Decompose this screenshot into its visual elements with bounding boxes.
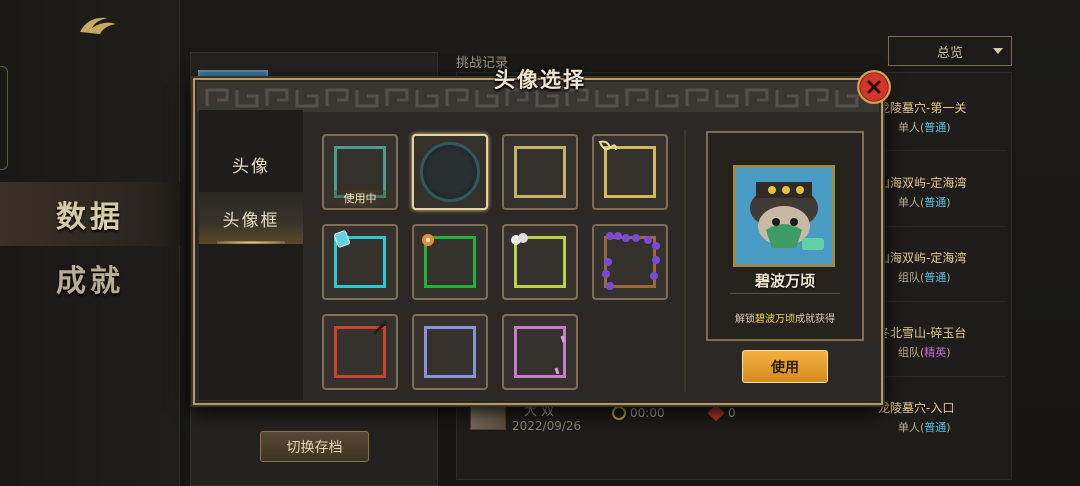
record-stage: 山海双屿-定海湾 [878,251,967,265]
frame-name: 碧波万顷 [754,272,815,290]
record-stage: 冬北雪山-碎玉台 [878,326,967,340]
record-mode: 组队(普通) [898,271,951,284]
record-mode: 组队(精英) [898,346,951,359]
achievement-name: 碧波万顷 [755,314,795,325]
game-logo-icon [80,17,116,34]
frame-unlock-description: 解锁碧波万顷成就获得 [735,314,835,325]
clock-icon [612,406,626,420]
record-mode: 单人(普通) [898,421,951,434]
frame-option-pink-vine[interactable] [502,314,578,390]
record-kills-value: 0 [728,406,736,420]
frame-border [424,326,476,378]
record-stage: 山海双屿-定海湾 [878,176,967,190]
frame-option-cyan-tag[interactable] [322,224,398,300]
tab-avatar-frame[interactable]: 头像框 [199,192,303,244]
record-row[interactable]: 龙陵墓穴-第一关 单人(普通) [878,99,1008,135]
chevron-down-icon [993,48,1003,54]
close-button[interactable] [857,70,891,104]
record-time: 00:00 [612,406,665,420]
frame-option-gold-ribbon[interactable] [592,134,668,210]
frame-option-periwinkle[interactable] [412,314,488,390]
frame-option-dark-ring[interactable] [412,134,488,210]
record-mode: 单人(普通) [898,121,951,134]
record-player-avatar [470,404,506,430]
modal-title: 头像选择 [494,68,586,92]
tab-avatar[interactable]: 头像 [199,138,303,190]
frame-border [420,142,480,202]
modal-tabs: 头像 头像框 [199,110,303,400]
frame-option-red-crack[interactable] [322,314,398,390]
record-row[interactable]: 山海双屿-定海湾 组队(普通) [878,249,1008,285]
use-button[interactable]: 使用 [742,350,828,383]
record-row[interactable]: 冬北雪山-碎玉台 组队(精英) [878,324,1008,360]
record-kills: 0 [707,404,736,422]
sidebar-tab-achievements[interactable]: 成就 [0,246,180,310]
frame-option-green-flower[interactable] [412,224,488,300]
record-date: 2022/09/26 [512,419,582,433]
frame-option-purple-beads[interactable] [592,224,668,300]
close-icon [867,80,881,94]
frame-preview-image [733,165,835,267]
record-row[interactable]: 山海双屿-定海湾 单人(普通) [878,174,1008,210]
frame-border [514,146,566,198]
frame-option-lime-cloud[interactable] [502,224,578,300]
records-filter-dropdown[interactable]: 总览 [888,36,1012,66]
record-stage: 龙陵墓穴-第一关 [878,101,967,115]
record-stage: 龙陵墓穴-入口 [878,401,955,415]
records-filter-value: 总览 [936,45,963,61]
detail-divider [730,293,840,294]
frame-option-teal[interactable]: 使用中 [322,134,398,210]
record-row[interactable]: 龙陵墓穴-入口 单人(普通) [878,399,1008,435]
record-mode: 单人(普通) [898,196,951,209]
in-use-label: 使用中 [324,190,396,206]
sword-icon [707,404,725,422]
frame-option-gold-plain[interactable] [502,134,578,210]
record-time-value: 00:00 [630,406,665,420]
switch-save-button[interactable]: 切换存档 [260,431,369,462]
rail-edge-handle[interactable] [0,66,8,170]
sidebar-tab-data[interactable]: 数据 [0,182,180,246]
panel-divider [684,130,686,392]
